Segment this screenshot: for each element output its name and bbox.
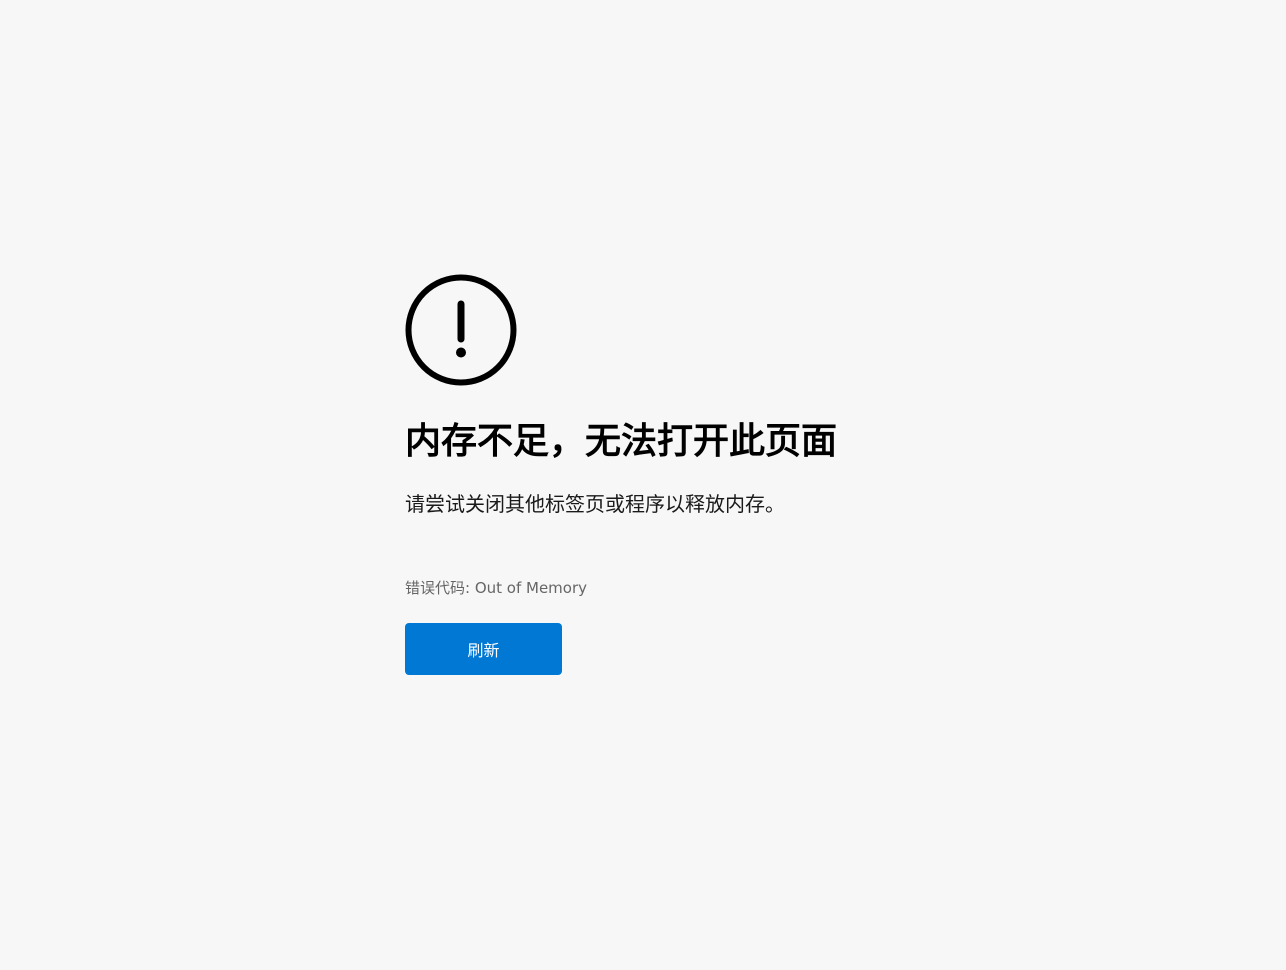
alert-circle-icon <box>405 274 517 386</box>
error-panel: 内存不足，无法打开此页面 请尝试关闭其他标签页或程序以释放内存。 错误代码: O… <box>405 274 965 675</box>
error-message: 请尝试关闭其他标签页或程序以释放内存。 <box>405 492 785 516</box>
page-title: 内存不足，无法打开此页面 <box>405 421 838 462</box>
refresh-button[interactable]: 刷新 <box>405 623 562 675</box>
error-code: 错误代码: Out of Memory <box>405 579 588 597</box>
